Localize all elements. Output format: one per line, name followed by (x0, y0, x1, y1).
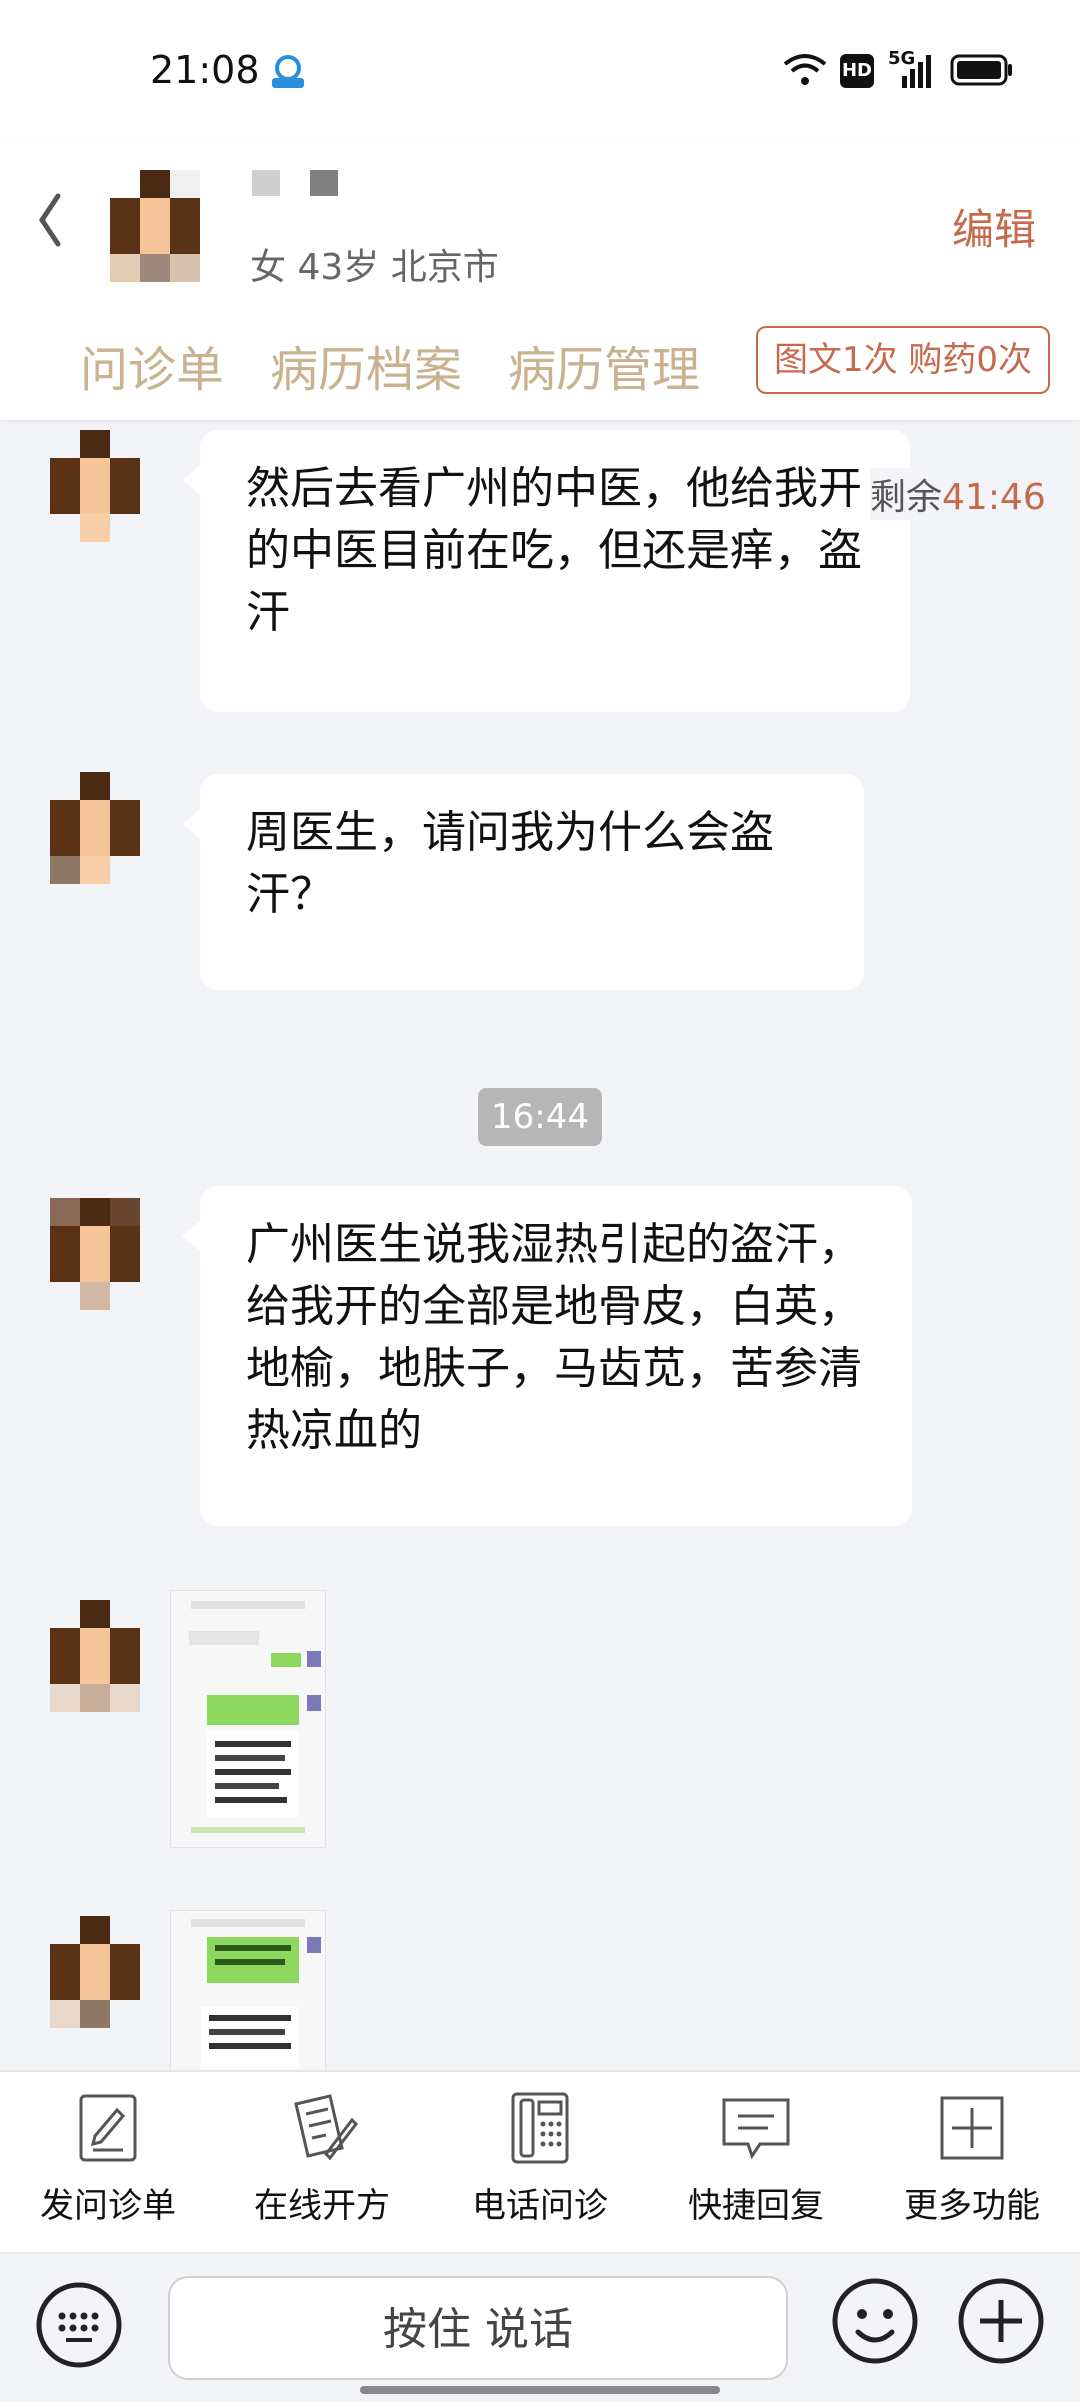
patient-avatar-message[interactable] (50, 1600, 140, 1712)
patient-avatar-message[interactable] (50, 772, 140, 884)
emoji-icon[interactable] (830, 2276, 920, 2366)
patient-avatar-message[interactable] (50, 1916, 140, 2028)
tab-medical-records[interactable]: 病历档案 (270, 330, 462, 400)
patient-avatar-message[interactable] (50, 430, 140, 542)
add-attachment-icon[interactable] (956, 2276, 1046, 2366)
home-indicator[interactable] (360, 2386, 720, 2394)
patient-info: 女 43岁 北京市 (250, 247, 499, 288)
tab-records-management[interactable]: 病历管理 (508, 330, 700, 400)
chat-message[interactable]: 然后去看广州的中医，他给我开的中医目前在吃，但还是痒，盗汗 (182, 430, 910, 712)
remaining-label: 剩余 (870, 477, 943, 518)
send-questionnaire-button[interactable]: 发问诊单 (28, 2090, 188, 2240)
remaining-time-value: 41:46 (942, 477, 1046, 518)
form-icon (79, 2094, 137, 2162)
tool-label: 更多功能 (904, 2186, 1040, 2226)
tab-questionnaire[interactable]: 问诊单 (80, 330, 224, 400)
app-notification-icon (272, 55, 304, 88)
hold-to-talk-button[interactable]: 按住 说话 (168, 2276, 788, 2380)
online-prescription-button[interactable]: 在线开方 (242, 2090, 402, 2240)
wifi-icon (783, 54, 827, 85)
chat-message[interactable]: 周医生，请问我为什么会盗汗？ (182, 774, 864, 990)
more-functions-button[interactable]: 更多功能 (892, 2090, 1052, 2240)
chat-message[interactable]: 广州医生说我湿热引起的盗汗，给我开的全部是地骨皮，白英，地榆，地肤子，马齿苋，苦… (182, 1186, 912, 1526)
phone-consult-button[interactable]: 电话问诊 (460, 2090, 620, 2240)
status-time: 21:08 (150, 48, 260, 92)
patient-avatar-message[interactable] (50, 1198, 140, 1310)
hd-icon: HD (840, 54, 874, 88)
back-arrow-icon[interactable] (34, 190, 68, 250)
tool-label: 在线开方 (254, 2186, 390, 2226)
quick-reply-icon (722, 2098, 790, 2160)
tool-label: 发问诊单 (40, 2186, 176, 2226)
chat-image-thumbnail[interactable] (170, 1590, 326, 1848)
chat-image-thumbnail[interactable] (170, 1910, 326, 2072)
quick-reply-button[interactable]: 快捷回复 (676, 2090, 836, 2240)
keyboard-icon[interactable] (34, 2280, 124, 2370)
patient-avatar[interactable] (110, 170, 200, 282)
plus-square-icon (940, 2096, 1004, 2160)
phone-icon (511, 2092, 569, 2164)
tool-label: 快捷回复 (688, 2186, 824, 2226)
consult-quota-badge: 图文1次 购药0次 (756, 326, 1050, 394)
battery-icon (950, 54, 1012, 86)
prescription-icon (294, 2094, 358, 2161)
remaining-time: 剩余41:46 (870, 468, 1046, 520)
time-divider: 16:44 (478, 1088, 602, 1146)
edit-button[interactable]: 编辑 (952, 196, 1036, 257)
tool-label: 电话问诊 (472, 2186, 608, 2226)
patient-name-redacted (252, 170, 338, 196)
network-type: 5G (888, 48, 916, 69)
